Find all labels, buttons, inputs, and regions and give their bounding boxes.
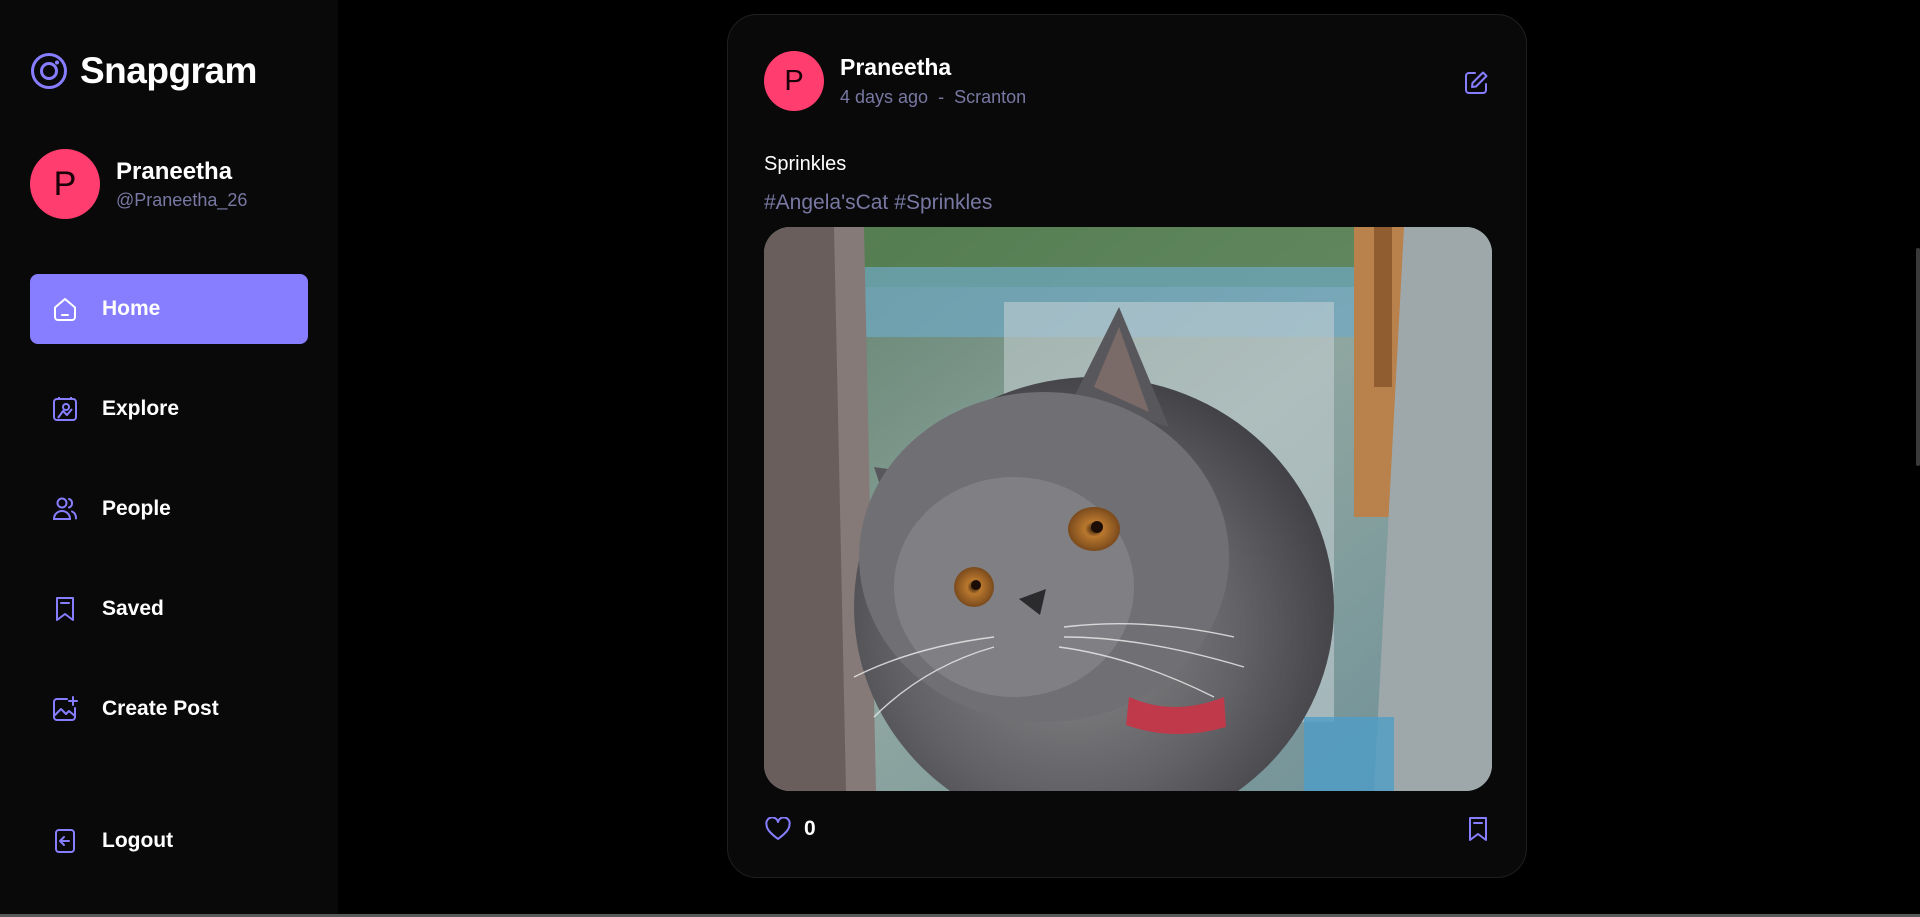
- edit-icon: [1465, 71, 1488, 94]
- logout-icon: [50, 826, 80, 856]
- meta-separator: -: [938, 87, 945, 107]
- likes-group: 0: [764, 815, 816, 843]
- like-button[interactable]: [764, 815, 792, 843]
- sidebar-item-label: People: [102, 497, 171, 520]
- sidebar-item-label: Saved: [102, 597, 164, 620]
- avatar[interactable]: P: [30, 149, 100, 219]
- post-header: P Praneetha 4 days ago - Scranton: [764, 51, 1026, 111]
- post-image[interactable]: [764, 227, 1492, 791]
- post-location: Scranton: [954, 87, 1027, 107]
- profile-handle: @Praneetha_26: [116, 189, 248, 210]
- people-icon: [50, 494, 80, 524]
- post-tags: #Angela'sCat #Sprinkles: [764, 191, 992, 215]
- bookmark-icon: [50, 594, 80, 624]
- sidebar-item-people[interactable]: People: [30, 474, 308, 544]
- post-footer: 0: [764, 815, 1492, 843]
- sidebar-item-home[interactable]: Home: [30, 274, 308, 344]
- logo-text: Snapgram: [80, 50, 257, 91]
- logo-icon: [31, 53, 67, 89]
- logout-button[interactable]: Logout: [30, 806, 308, 876]
- sidebar-nav: Home Explore People Saved Create Post: [30, 274, 308, 774]
- post-card: P Praneetha 4 days ago - Scranton Sprink…: [727, 14, 1527, 878]
- sidebar-item-explore[interactable]: Explore: [30, 374, 308, 444]
- sidebar: Snapgram P Praneetha @Praneetha_26 Home: [0, 0, 338, 917]
- logout-button-wrap: Logout: [30, 806, 308, 906]
- scrollbar[interactable]: [1914, 0, 1920, 917]
- sidebar-item-create-post[interactable]: Create Post: [30, 674, 308, 744]
- profile-name: Praneetha: [116, 157, 233, 185]
- like-count: 0: [804, 817, 816, 840]
- sidebar-item-saved[interactable]: Saved: [30, 574, 308, 644]
- edit-post-button[interactable]: [1462, 69, 1490, 97]
- post-tag[interactable]: #Angela'sCat: [764, 191, 888, 215]
- sidebar-item-label: Create Post: [102, 697, 219, 720]
- sidebar-profile[interactable]: P Praneetha @Praneetha_26: [30, 149, 247, 219]
- save-post-button[interactable]: [1464, 815, 1492, 843]
- sidebar-item-label: Explore: [102, 397, 180, 420]
- explore-icon: [50, 394, 80, 424]
- post-tag[interactable]: #Sprinkles: [894, 191, 992, 215]
- author-avatar[interactable]: P: [764, 51, 824, 111]
- create-post-icon: [50, 694, 80, 724]
- post-caption: Sprinkles: [764, 153, 847, 175]
- post-author[interactable]: Praneetha: [840, 54, 1026, 81]
- bookmark-icon: [1469, 817, 1487, 841]
- home-icon: [50, 294, 80, 324]
- logout-label: Logout: [102, 829, 174, 852]
- post-meta: 4 days ago - Scranton: [840, 87, 1026, 108]
- heart-icon: [765, 817, 791, 840]
- post-time: 4 days ago: [840, 87, 929, 107]
- logo[interactable]: Snapgram: [30, 50, 257, 92]
- sidebar-item-label: Home: [102, 297, 161, 320]
- scrollbar-thumb[interactable]: [1916, 248, 1920, 466]
